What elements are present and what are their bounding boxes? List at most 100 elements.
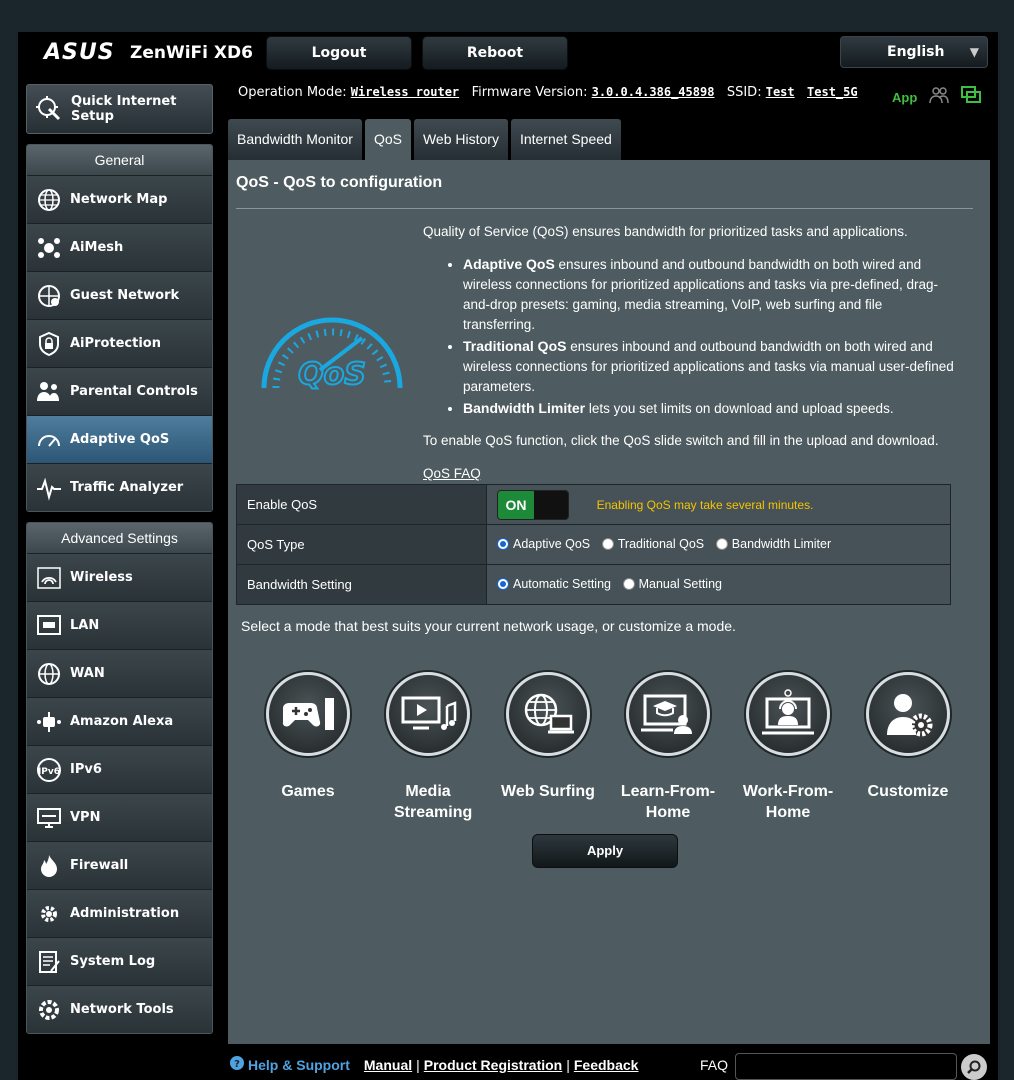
sidebar-item-label: Amazon Alexa: [70, 714, 174, 729]
sidebar-item-label: Network Tools: [70, 1002, 174, 1017]
model-name: ZenWiFi XD6: [130, 43, 253, 63]
operation-mode-label: Operation Mode:: [238, 85, 347, 100]
usb-monitor-icon[interactable]: [961, 86, 982, 109]
alexa-icon: [35, 708, 63, 736]
logout-button[interactable]: Logout: [266, 36, 412, 70]
radio-traditional-qos[interactable]: Traditional QoS: [601, 536, 705, 551]
footer: ? Help & Support Manual | Product Regist…: [230, 1056, 638, 1073]
mode-list: Games Media Streaming Web Surfing Learn-…: [248, 672, 968, 823]
sidebar-item-ipv6[interactable]: IPv6 IPv6: [27, 745, 212, 793]
table-row: Bandwidth Setting Automatic Setting Manu…: [236, 564, 951, 605]
bullet-text: lets you set limits on download and uplo…: [585, 401, 894, 416]
mode-hint: Select a mode that best suits your curre…: [241, 618, 736, 634]
main-panel: QoS - QoS to configuration QoS Quality o…: [228, 160, 990, 1044]
status-bar: Operation Mode: Wireless router Firmware…: [238, 85, 858, 100]
tab-bandwidth-monitor[interactable]: Bandwidth Monitor: [228, 119, 362, 160]
manual-link[interactable]: Manual: [364, 1057, 412, 1073]
feedback-link[interactable]: Feedback: [574, 1057, 639, 1073]
tab-qos[interactable]: QoS: [364, 119, 411, 160]
sidebar-item-aiprotection[interactable]: AiProtection: [27, 319, 212, 367]
app-link[interactable]: App: [892, 90, 917, 105]
qos-logo: QoS: [258, 306, 406, 397]
qos-faq-link[interactable]: QoS FAQ: [423, 464, 481, 484]
sidebar-item-label: Guest Network: [70, 288, 180, 303]
ssid-label: SSID:: [726, 85, 762, 100]
sidebar-item-label: Adaptive QoS: [70, 432, 170, 447]
sidebar-item-parental-controls[interactable]: Parental Controls: [27, 367, 212, 415]
faq-search-input[interactable]: [735, 1053, 957, 1080]
tab-internet-speed[interactable]: Internet Speed: [510, 119, 621, 160]
search-icon[interactable]: [961, 1054, 987, 1080]
sidebar-item-vpn[interactable]: VPN: [27, 793, 212, 841]
chevron-down-icon: ▼: [969, 45, 979, 59]
radio-button: [497, 537, 509, 550]
sidebar-item-firewall[interactable]: Firewall: [27, 841, 212, 889]
sidebar-item-label: WAN: [70, 666, 105, 681]
operation-mode-link[interactable]: Wireless router: [351, 85, 459, 99]
help-support-link[interactable]: Help & Support: [248, 1057, 350, 1073]
sidebar-item-label: Traffic Analyzer: [70, 480, 184, 495]
sidebar-item-label: System Log: [70, 954, 156, 969]
ssid-link-1[interactable]: Test: [766, 85, 795, 99]
product-registration-link[interactable]: Product Registration: [424, 1057, 562, 1073]
lock-shield-icon: [35, 330, 63, 358]
sidebar-item-label: Wireless: [70, 570, 133, 585]
sidebar-item-adaptive-qos[interactable]: Adaptive QoS: [27, 415, 212, 463]
sidebar-item-aimesh[interactable]: AiMesh: [27, 223, 212, 271]
bullet-title: Traditional QoS: [463, 338, 567, 354]
radio-bandwidth-limiter[interactable]: Bandwidth Limiter: [715, 536, 832, 551]
tab-bar: Bandwidth Monitor QoS Web History Intern…: [228, 119, 621, 160]
sidebar-item-network-tools[interactable]: Network Tools: [27, 985, 212, 1033]
apply-button[interactable]: Apply: [532, 834, 678, 868]
sidebar-item-guest-network[interactable]: Guest Network: [27, 271, 212, 319]
general-group: General Network Map AiMesh Guest Network…: [26, 144, 213, 512]
mode-web-surfing[interactable]: Web Surfing: [488, 672, 608, 823]
tools-gear-icon: [35, 996, 63, 1024]
ssid-link-2[interactable]: Test_5G: [807, 85, 858, 99]
radio-adaptive-qos[interactable]: Adaptive QoS: [497, 537, 590, 551]
mode-customize[interactable]: Customize: [848, 672, 968, 823]
quick-internet-setup-label: Quick Internet Setup: [71, 94, 177, 124]
list-item: Bandwidth Limiter lets you set limits on…: [463, 398, 958, 419]
media-icon: [386, 672, 470, 756]
mode-media-streaming[interactable]: Media Streaming: [368, 672, 488, 823]
sidebar-item-network-map[interactable]: Network Map: [27, 175, 212, 223]
sidebar-item-amazon-alexa[interactable]: Amazon Alexa: [27, 697, 212, 745]
sidebar-item-traffic-analyzer[interactable]: Traffic Analyzer: [27, 463, 212, 511]
table-row: Enable QoS ON Enabling QoS may take seve…: [236, 484, 951, 525]
enable-qos-cell: ON Enabling QoS may take several minutes…: [486, 484, 951, 525]
clients-icon[interactable]: [929, 86, 950, 109]
sidebar-item-lan[interactable]: LAN: [27, 601, 212, 649]
mode-learn-from-home[interactable]: Learn-From-Home: [608, 672, 728, 823]
mode-label: Web Surfing: [501, 783, 595, 800]
mode-label: Work-From-Home: [742, 783, 834, 821]
language-select[interactable]: English ▼: [840, 36, 988, 68]
firmware-link[interactable]: 3.0.0.4.386_45898: [592, 85, 715, 99]
sidebar-item-label: AiMesh: [70, 240, 124, 255]
sidebar-item-wan[interactable]: WAN: [27, 649, 212, 697]
sidebar-item-wireless[interactable]: Wireless: [27, 553, 212, 601]
sidebar-item-label: IPv6: [70, 762, 102, 777]
sidebar-item-system-log[interactable]: System Log: [27, 937, 212, 985]
log-icon: [35, 948, 63, 976]
mode-work-from-home[interactable]: Work-From-Home: [728, 672, 848, 823]
reboot-button[interactable]: Reboot: [422, 36, 568, 70]
title-divider: [236, 208, 973, 209]
radio-label: Bandwidth Limiter: [731, 536, 832, 551]
sidebar-item-administration[interactable]: Administration: [27, 889, 212, 937]
sidebar-item-label: AiProtection: [70, 336, 161, 351]
general-title: General: [27, 145, 212, 175]
table-row: QoS Type Adaptive QoS Traditional QoS Ba…: [236, 524, 951, 565]
page-title: QoS - QoS to configuration: [236, 174, 443, 191]
radio-manual-setting[interactable]: Manual Setting: [622, 577, 722, 591]
quick-internet-setup-button[interactable]: Quick Internet Setup: [26, 84, 213, 134]
radio-label: Traditional QoS: [617, 536, 705, 551]
enable-qos-toggle[interactable]: ON: [497, 489, 569, 520]
separator: |: [566, 1056, 570, 1073]
enable-qos-label: Enable QoS: [236, 484, 487, 525]
tab-web-history[interactable]: Web History: [413, 119, 508, 160]
radio-automatic-setting[interactable]: Automatic Setting: [497, 577, 611, 591]
svg-text:?: ?: [234, 1059, 240, 1070]
mode-games[interactable]: Games: [248, 672, 368, 823]
asus-logo: ASUS: [44, 40, 115, 65]
